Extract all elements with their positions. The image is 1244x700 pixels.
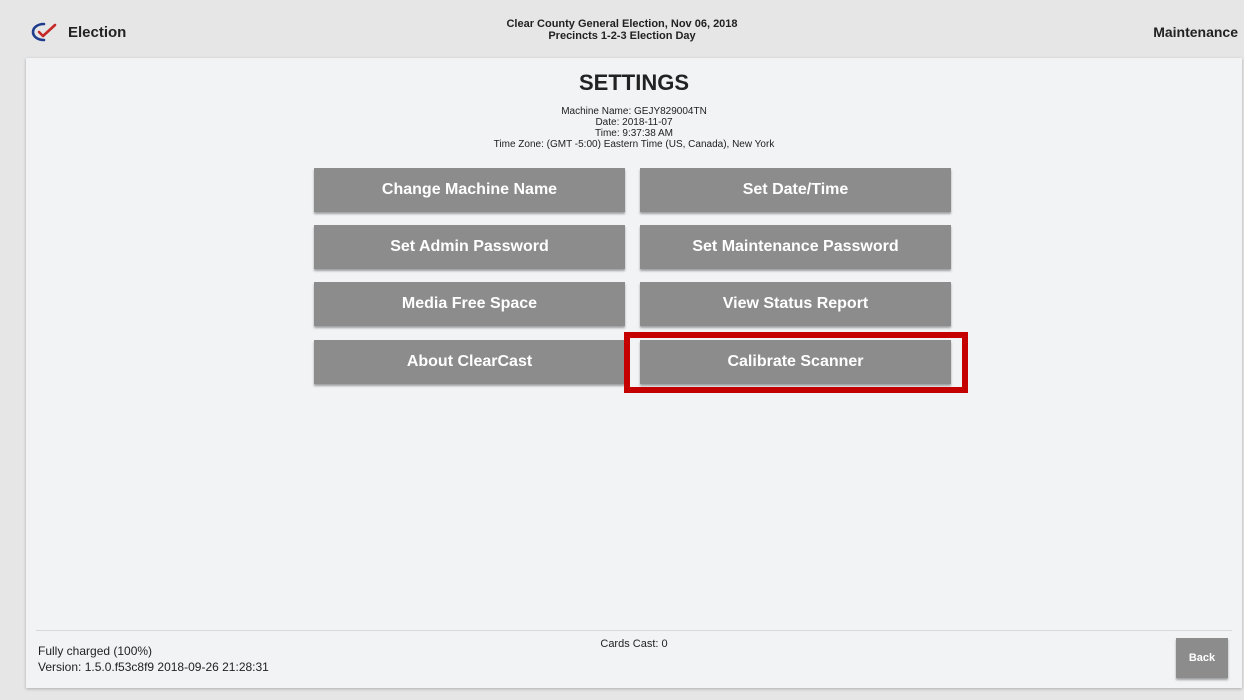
current-date: Date: 2018-11-07 [595,117,673,128]
media-free-space-button[interactable]: Media Free Space [314,282,625,326]
calibrate-scanner-button[interactable]: Calibrate Scanner [640,340,951,384]
view-status-report-button[interactable]: View Status Report [640,282,951,326]
time-zone: Time Zone: (GMT -5:00) Eastern Time (US,… [493,139,775,150]
set-admin-password-button[interactable]: Set Admin Password [314,225,625,269]
settings-panel: SETTINGS Machine Name: GEJY829004TN Date… [26,58,1242,688]
about-clearcast-button[interactable]: About ClearCast [314,340,625,384]
back-button[interactable]: Back [1176,638,1228,678]
precinct-line: Precincts 1-2-3 Election Day [548,30,696,42]
machine-name: Machine Name: GEJY829004TN [561,106,707,117]
set-maintenance-password-button[interactable]: Set Maintenance Password [640,225,951,269]
election-name: Clear County General Election, Nov 06, 2… [506,18,738,30]
current-time: Time: 9:37:38 AM [595,128,673,139]
machine-info: Machine Name: GEJY829004TN Date: 2018-11… [26,106,1242,150]
mode-label: Maintenance [1153,24,1238,40]
page-title: SETTINGS [578,70,689,95]
election-info: Clear County General Election, Nov 06, 2… [0,18,1244,42]
version-info: Version: 1.5.0.f53c8f9 2018-09-26 21:28:… [38,660,269,674]
cards-cast-count: Cards Cast: 0 [600,638,668,650]
set-date-time-button[interactable]: Set Date/Time [640,168,951,212]
top-bar: Election Clear County General Election, … [0,0,1244,58]
change-machine-name-button[interactable]: Change Machine Name [314,168,625,212]
footer-divider [36,630,1232,631]
